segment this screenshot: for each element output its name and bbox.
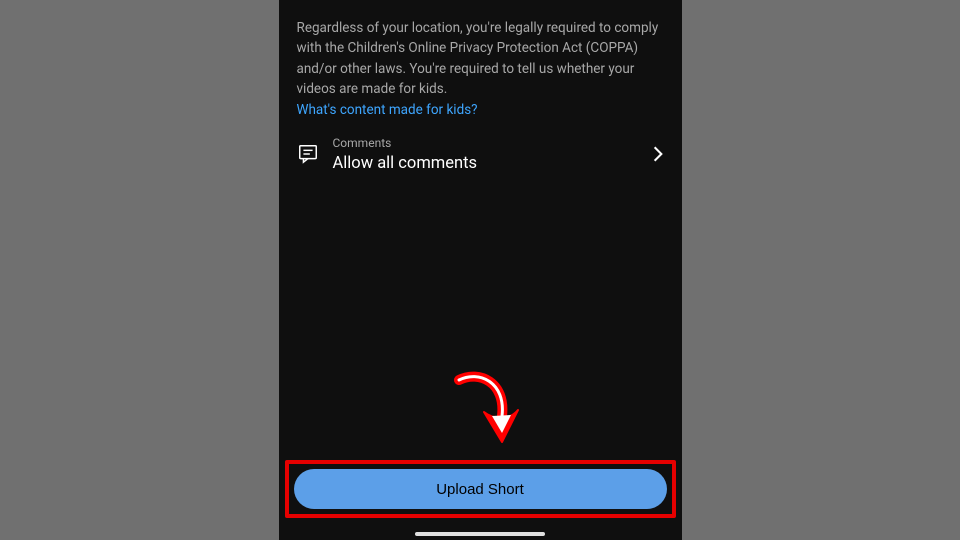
upload-short-button[interactable]: Upload Short xyxy=(294,469,667,509)
legal-notice-text: Regardless of your location, you're lega… xyxy=(297,18,664,99)
content-area: Regardless of your location, you're lega… xyxy=(279,0,682,540)
comments-value: Allow all comments xyxy=(333,154,638,173)
comment-icon xyxy=(297,143,319,165)
annotation-highlight-box: Upload Short xyxy=(285,460,676,518)
comments-label: Comments xyxy=(333,136,638,152)
comments-setting-body: Comments Allow all comments xyxy=(333,136,638,173)
home-indicator xyxy=(415,532,545,536)
chevron-right-icon xyxy=(652,145,664,163)
comments-setting-row[interactable]: Comments Allow all comments xyxy=(297,136,664,173)
made-for-kids-link[interactable]: What's content made for kids? xyxy=(297,102,478,118)
phone-screen: Regardless of your location, you're lega… xyxy=(279,0,682,540)
